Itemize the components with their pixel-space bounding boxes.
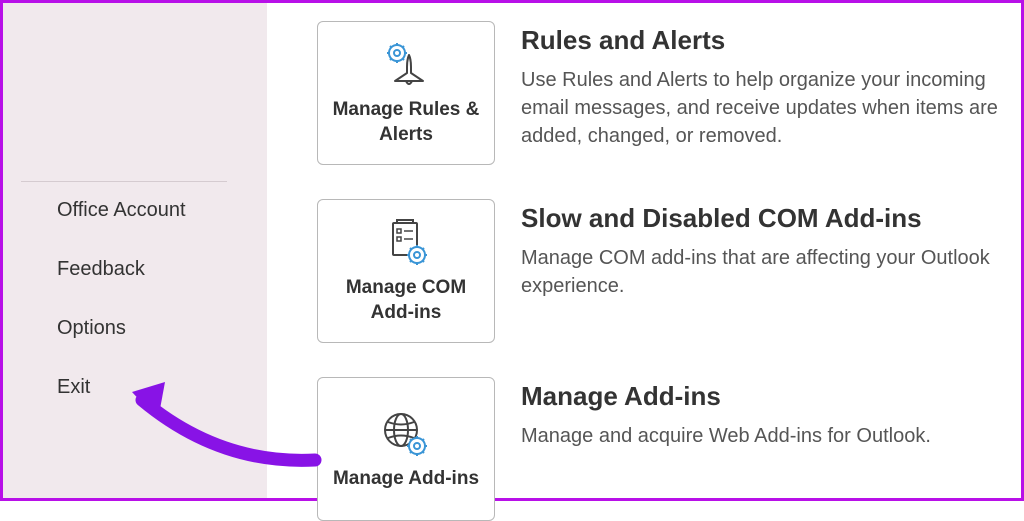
section-info: Manage Add-ins Manage and acquire Web Ad… — [521, 377, 1021, 450]
sidebar-item-options[interactable]: Options — [3, 299, 267, 358]
com-addins-icon — [379, 216, 433, 270]
card-label: Manage Rules & Alerts — [318, 98, 494, 147]
window-frame: Office Account Feedback Options Exit — [0, 0, 1024, 501]
section-title: Manage Add-ins — [521, 381, 1021, 412]
manage-addins-button[interactable]: Manage Add-ins — [317, 377, 495, 521]
section-rules-alerts: Manage Rules & Alerts Rules and Alerts U… — [317, 21, 1021, 165]
section-desc: Manage COM add-ins that are affecting yo… — [521, 244, 1021, 300]
section-addins: Manage Add-ins Manage Add-ins Manage and… — [317, 377, 1021, 521]
addins-icon — [379, 407, 433, 461]
sidebar-item-label: Office Account — [57, 199, 186, 221]
section-title: Slow and Disabled COM Add-ins — [521, 203, 1021, 234]
manage-com-addins-button[interactable]: Manage COM Add-ins — [317, 199, 495, 343]
sidebar-item-exit[interactable]: Exit — [3, 358, 267, 417]
section-info: Slow and Disabled COM Add-ins Manage COM… — [521, 199, 1021, 300]
section-com-addins: Manage COM Add-ins Slow and Disabled COM… — [317, 199, 1021, 343]
section-desc: Use Rules and Alerts to help organize yo… — [521, 66, 1021, 150]
section-desc: Manage and acquire Web Add-ins for Outlo… — [521, 422, 1021, 450]
section-info: Rules and Alerts Use Rules and Alerts to… — [521, 21, 1021, 150]
sidebar-item-label: Feedback — [57, 258, 145, 280]
card-label: Manage Add-ins — [325, 467, 487, 492]
sidebar-item-office-account[interactable]: Office Account — [3, 181, 267, 240]
sidebar-item-feedback[interactable]: Feedback — [3, 240, 267, 299]
sidebar-item-label: Options — [57, 317, 126, 339]
sidebar-divider — [21, 181, 227, 182]
rules-alerts-icon — [379, 38, 433, 92]
main-content: Manage Rules & Alerts Rules and Alerts U… — [267, 3, 1021, 498]
manage-rules-alerts-button[interactable]: Manage Rules & Alerts — [317, 21, 495, 165]
card-label: Manage COM Add-ins — [318, 276, 494, 325]
sidebar-item-label: Exit — [57, 376, 90, 398]
sidebar: Office Account Feedback Options Exit — [3, 3, 267, 498]
section-title: Rules and Alerts — [521, 25, 1021, 56]
